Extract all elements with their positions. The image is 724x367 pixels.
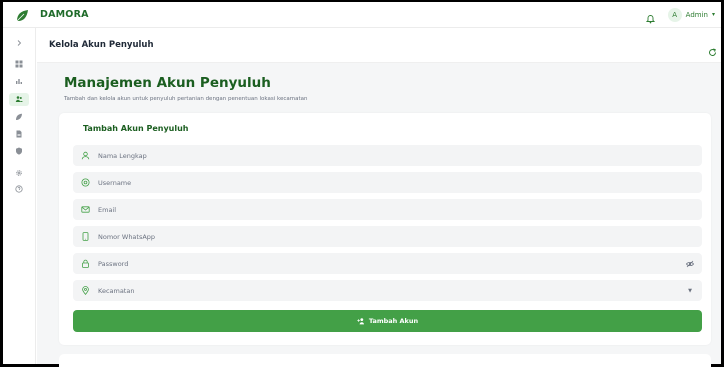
sidebar-item-plants[interactable] bbox=[9, 111, 29, 124]
user-icon bbox=[81, 151, 90, 160]
leaf-logo-icon bbox=[15, 8, 29, 22]
sidebar-item-settings[interactable] bbox=[9, 167, 29, 180]
avatar: A bbox=[667, 7, 682, 22]
refresh-icon[interactable] bbox=[708, 42, 717, 56]
form-title: Tambah Akun Penyuluh bbox=[83, 124, 189, 133]
users-icon bbox=[15, 95, 23, 105]
kecamatan-placeholder: Kecamatan bbox=[98, 286, 135, 295]
brand-name: DAMORA bbox=[40, 9, 89, 20]
chart-icon bbox=[15, 77, 23, 87]
name-placeholder: Nama Lengkap bbox=[98, 151, 147, 160]
username-placeholder: Username bbox=[98, 178, 132, 187]
chevron-down-icon: ▾ bbox=[711, 11, 715, 18]
whatsapp-placeholder: Nomor WhatsApp bbox=[98, 232, 156, 241]
sidebar-item-dashboard[interactable] bbox=[9, 58, 29, 71]
location-icon bbox=[81, 286, 90, 295]
dashboard-icon bbox=[15, 60, 23, 70]
shield-icon bbox=[15, 147, 23, 157]
email-field[interactable]: Email bbox=[73, 199, 702, 220]
bell-icon[interactable] bbox=[645, 9, 656, 24]
main-content: Kelola Akun Penyuluh Manajemen Akun Peny… bbox=[37, 28, 721, 367]
page-intro: Manajemen Akun Penyuluh Tambah dan kelol… bbox=[64, 75, 308, 102]
add-account-label: Tambah Akun bbox=[368, 317, 419, 325]
help-icon bbox=[15, 184, 23, 195]
account-list-card bbox=[59, 354, 711, 367]
top-right-controls: A Admin ▾ bbox=[645, 7, 715, 24]
name-field[interactable]: Nama Lengkap bbox=[73, 145, 702, 166]
add-user-icon bbox=[357, 317, 365, 325]
kecamatan-select[interactable]: Kecamatan ▼ bbox=[73, 280, 702, 301]
sidebar-toggle[interactable] bbox=[9, 37, 29, 50]
top-bar: DAMORA A Admin ▾ bbox=[3, 2, 721, 28]
password-placeholder: Password bbox=[98, 259, 129, 268]
page-header-title: Kelola Akun Penyuluh bbox=[49, 40, 154, 50]
page-header: Kelola Akun Penyuluh bbox=[37, 28, 721, 63]
lock-icon bbox=[81, 259, 90, 268]
sidebar-item-users[interactable] bbox=[9, 93, 29, 106]
page-title: Manajemen Akun Penyuluh bbox=[64, 75, 271, 91]
user-name: Admin bbox=[685, 10, 708, 19]
chevron-down-icon: ▼ bbox=[688, 287, 692, 294]
at-icon bbox=[81, 178, 90, 187]
add-account-button[interactable]: Tambah Akun bbox=[73, 310, 702, 332]
sidebar-item-security[interactable] bbox=[9, 145, 29, 158]
sidebar-item-help[interactable] bbox=[9, 183, 29, 196]
leaf-icon bbox=[15, 113, 23, 123]
sidebar bbox=[3, 28, 36, 364]
phone-icon bbox=[81, 232, 90, 241]
page-subtitle: Tambah dan kelola akun untuk penyuluh pe… bbox=[64, 96, 308, 102]
password-field[interactable]: Password bbox=[73, 253, 702, 274]
user-menu[interactable]: A Admin ▾ bbox=[667, 7, 715, 22]
mail-icon bbox=[81, 205, 90, 214]
eye-off-icon[interactable] bbox=[686, 260, 694, 268]
chevron-right-icon bbox=[15, 39, 23, 49]
sidebar-item-documents[interactable] bbox=[9, 128, 29, 141]
username-field[interactable]: Username bbox=[73, 172, 702, 193]
brand[interactable]: DAMORA bbox=[15, 8, 89, 22]
add-account-card: Tambah Akun Penyuluh Nama Lengkap Userna… bbox=[59, 113, 711, 345]
whatsapp-field[interactable]: Nomor WhatsApp bbox=[73, 226, 702, 247]
file-icon bbox=[15, 130, 23, 140]
email-placeholder: Email bbox=[98, 205, 117, 214]
sidebar-item-reports[interactable] bbox=[9, 75, 29, 88]
gear-icon bbox=[15, 169, 23, 179]
